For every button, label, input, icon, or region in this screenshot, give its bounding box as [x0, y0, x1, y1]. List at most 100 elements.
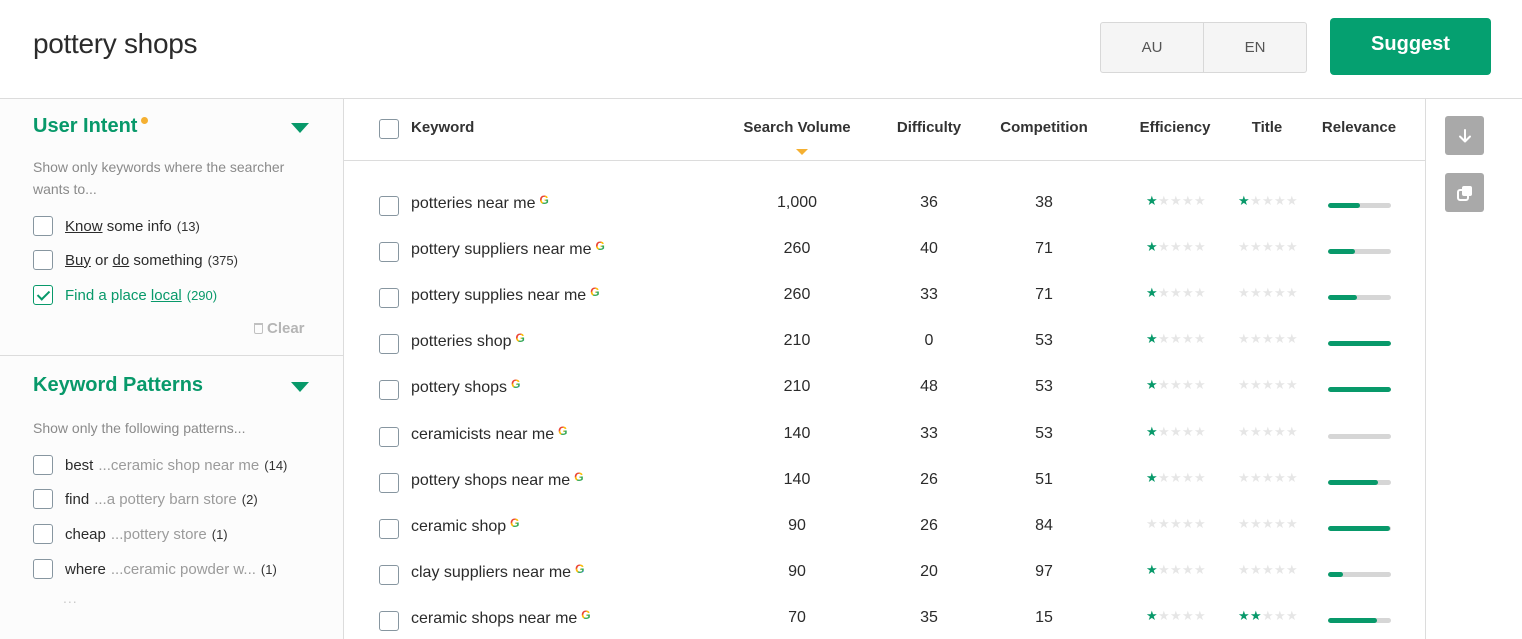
- star-icon: ★: [1170, 469, 1182, 485]
- download-button[interactable]: [1445, 116, 1484, 155]
- competition-cell: 97: [1035, 562, 1053, 580]
- star-icon: ★: [1182, 377, 1194, 393]
- keyword-cell[interactable]: pottery supplies near me G: [411, 285, 600, 305]
- google-icon[interactable]: G: [558, 424, 567, 438]
- suggest-button[interactable]: Suggest: [1330, 18, 1491, 75]
- row-checkbox[interactable]: [379, 610, 399, 631]
- competition-cell: 51: [1035, 470, 1053, 488]
- google-icon[interactable]: G: [574, 470, 583, 484]
- competition-cell: 71: [1035, 286, 1053, 304]
- keyword-cell[interactable]: ceramicists near me G: [411, 424, 568, 444]
- collapse-caret-icon[interactable]: [291, 382, 309, 392]
- column-header-competition[interactable]: Competition: [1000, 119, 1088, 136]
- select-all-checkbox[interactable]: [379, 119, 399, 144]
- row-checkbox[interactable]: [379, 380, 399, 401]
- row-checkbox[interactable]: [379, 564, 399, 585]
- pattern-checkbox[interactable]: [33, 455, 53, 475]
- table-row: pottery shops G 210 48 53 ★ ★ ★ ★ ★ ★ ★ ★ ★ ★: [344, 365, 1426, 411]
- google-icon[interactable]: G: [590, 285, 599, 299]
- efficiency-rating: ★ ★ ★ ★ ★: [1146, 331, 1206, 347]
- column-header-title[interactable]: Title: [1252, 119, 1283, 136]
- google-icon[interactable]: G: [511, 377, 520, 391]
- search-query[interactable]: pottery shops: [33, 28, 198, 60]
- relevance-bar: [1328, 295, 1391, 301]
- star-icon: ★: [1170, 561, 1182, 577]
- star-icon: ★: [1194, 239, 1206, 255]
- relevance-fill: [1328, 295, 1357, 301]
- column-header-keyword[interactable]: Keyword: [411, 119, 474, 136]
- keyword-patterns-title[interactable]: Keyword Patterns: [33, 374, 203, 397]
- country-selector[interactable]: AU: [1101, 23, 1203, 72]
- row-checkbox[interactable]: [379, 334, 399, 355]
- row-checkbox[interactable]: [379, 472, 399, 493]
- competition-cell: 71: [1035, 240, 1053, 258]
- row-checkbox[interactable]: [379, 426, 399, 447]
- pattern-checkbox[interactable]: [33, 524, 53, 544]
- title-rating: ★ ★ ★ ★ ★: [1238, 331, 1298, 347]
- star-icon: ★: [1158, 515, 1170, 531]
- star-icon: ★: [1286, 331, 1298, 347]
- star-icon: ★: [1146, 193, 1158, 208]
- google-icon[interactable]: G: [540, 193, 549, 207]
- star-icon: ★: [1250, 423, 1262, 439]
- keyword-cell[interactable]: pottery shops near me G: [411, 470, 584, 490]
- pattern-checkbox[interactable]: [33, 559, 53, 579]
- row-checkbox[interactable]: [379, 242, 399, 263]
- pattern-option[interactable]: cheap ...pottery store (1): [33, 524, 228, 544]
- google-icon[interactable]: G: [516, 331, 525, 345]
- language-selector[interactable]: EN: [1203, 23, 1306, 72]
- star-icon: ★: [1170, 193, 1182, 208]
- star-icon: ★: [1194, 469, 1206, 485]
- star-icon: ★: [1170, 331, 1182, 347]
- keyword-cell[interactable]: ceramic shop G: [411, 516, 520, 536]
- star-icon: ★: [1250, 377, 1262, 393]
- keyword-cell[interactable]: pottery shops G: [411, 377, 520, 397]
- search-volume-cell: 210: [783, 332, 811, 350]
- pattern-example: ...ceramic shop near me: [98, 456, 260, 474]
- row-checkbox[interactable]: [379, 288, 399, 309]
- row-checkbox[interactable]: [379, 518, 399, 539]
- difficulty-cell: 35: [920, 608, 938, 626]
- pattern-option[interactable]: find ...a pottery barn store (2): [33, 489, 258, 509]
- star-icon: ★: [1238, 561, 1250, 577]
- copy-button[interactable]: [1445, 173, 1484, 212]
- competition-cell: 53: [1035, 378, 1053, 396]
- relevance-fill: [1328, 341, 1391, 347]
- column-header-difficulty[interactable]: Difficulty: [897, 119, 961, 136]
- column-header-relevance[interactable]: Relevance: [1322, 119, 1396, 136]
- efficiency-rating: ★ ★ ★ ★ ★: [1146, 515, 1206, 531]
- google-icon[interactable]: G: [575, 562, 584, 576]
- keyword-cell[interactable]: potteries near me G: [411, 193, 549, 213]
- pattern-example: ...a pottery barn store: [94, 490, 237, 508]
- keyword-text: potteries shop: [411, 333, 512, 351]
- keyword-text: pottery shops: [411, 379, 508, 397]
- keyword-cell[interactable]: clay suppliers near me G: [411, 562, 584, 582]
- star-icon: ★: [1262, 239, 1274, 255]
- google-icon[interactable]: G: [596, 239, 605, 253]
- star-icon: ★: [1146, 515, 1158, 531]
- top-bar: pottery shops AU EN Suggest: [0, 0, 1522, 99]
- keyword-cell[interactable]: ceramic shops near me G: [411, 608, 591, 628]
- pattern-option[interactable]: best ...ceramic shop near me (14): [33, 455, 287, 475]
- google-icon[interactable]: G: [510, 516, 519, 530]
- competition-cell: 15: [1035, 608, 1053, 626]
- star-icon: ★: [1170, 285, 1182, 301]
- keyword-cell[interactable]: pottery suppliers near me G: [411, 239, 605, 259]
- google-icon[interactable]: G: [581, 608, 590, 622]
- star-icon: ★: [1158, 285, 1170, 301]
- star-icon: ★: [1274, 561, 1286, 577]
- column-header-efficiency[interactable]: Efficiency: [1140, 119, 1211, 136]
- keyword-cell[interactable]: potteries shop G: [411, 331, 525, 351]
- star-icon: ★: [1238, 423, 1250, 439]
- star-icon: ★: [1250, 193, 1262, 208]
- relevance-bar: [1328, 341, 1391, 347]
- pattern-option[interactable]: where ...ceramic powder w... (1): [33, 559, 277, 579]
- star-icon: ★: [1274, 285, 1286, 301]
- efficiency-rating: ★ ★ ★ ★ ★: [1146, 609, 1206, 622]
- more-patterns[interactable]: ...: [63, 590, 78, 606]
- search-volume-cell: 140: [783, 470, 811, 488]
- row-checkbox[interactable]: [379, 196, 399, 216]
- pattern-word: best: [65, 456, 94, 474]
- column-header-search-volume[interactable]: Search Volume: [743, 119, 850, 136]
- pattern-checkbox[interactable]: [33, 489, 53, 509]
